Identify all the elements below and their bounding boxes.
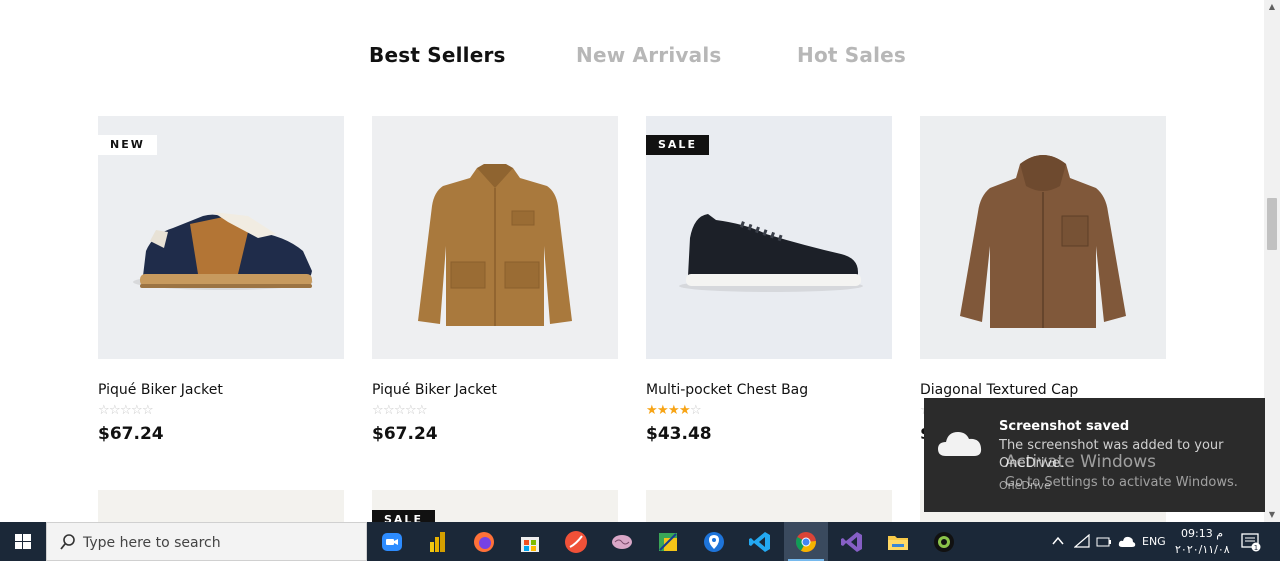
product-price: $43.48: [646, 424, 712, 444]
scrollbar-thumb[interactable]: [1267, 198, 1277, 250]
star-icon: ★: [657, 403, 669, 418]
star-icon: ☆: [372, 403, 384, 418]
product-card-partial[interactable]: [98, 490, 344, 522]
firefox-icon: [474, 532, 494, 552]
product-card[interactable]: SALE Multi-pocket Chest Bag ★★★★☆ $43.48: [646, 116, 892, 444]
star-icon: ☆: [394, 403, 406, 418]
windows-logo-icon: [15, 534, 31, 549]
network-icon[interactable]: [1074, 534, 1090, 548]
hoodie-brown-icon: [920, 116, 1166, 359]
taskbar-app-zoom[interactable]: [370, 522, 414, 561]
tab-best-sellers[interactable]: Best Sellers: [369, 43, 506, 67]
activation-watermark-title: Activate Windows: [1005, 452, 1156, 472]
visual-studio-icon: [841, 532, 862, 552]
clock-time[interactable]: 09:13 م: [1181, 527, 1223, 540]
taskbar-app-file-explorer[interactable]: [876, 522, 920, 561]
file-explorer-icon: [888, 536, 908, 550]
product-badge: SALE: [372, 510, 435, 522]
product-image[interactable]: NEW: [98, 116, 344, 359]
product-image[interactable]: [920, 116, 1166, 359]
product-badge: SALE: [646, 135, 709, 155]
taskbar-search-input[interactable]: Type here to search: [46, 522, 367, 561]
language-indicator[interactable]: ENG: [1142, 535, 1166, 548]
product-price: $67.24: [372, 424, 438, 444]
star-icon: ☆: [416, 403, 428, 418]
scroll-down-icon[interactable]: ▼: [1264, 508, 1280, 522]
camera-app-icon: [934, 532, 954, 552]
taskbar-app-store[interactable]: [508, 522, 552, 561]
taskbar-app-vscode[interactable]: [738, 522, 782, 561]
product-name[interactable]: Multi-pocket Chest Bag: [646, 382, 892, 398]
action-center-icon[interactable]: 1: [1240, 532, 1262, 552]
start-button[interactable]: [0, 522, 46, 561]
star-icon: ★: [668, 403, 680, 418]
taskbar-app-visual-studio[interactable]: [830, 522, 874, 561]
product-name[interactable]: Piqué Biker Jacket: [372, 382, 618, 398]
vscode-icon: [749, 532, 770, 552]
product-card-partial[interactable]: SALE: [372, 490, 618, 522]
product-name[interactable]: Diagonal Textured Cap: [920, 382, 1166, 398]
taskbar: Type here to search: [0, 522, 1280, 561]
search-icon: [60, 534, 75, 550]
powerbi-icon: [430, 532, 445, 552]
star-icon: ★: [646, 403, 658, 418]
product-card-partial[interactable]: [646, 490, 892, 522]
clock-date[interactable]: ٢٠٢٠/١١/٠٨: [1175, 543, 1230, 556]
star-icon: ☆: [383, 403, 395, 418]
product-image[interactable]: [372, 116, 618, 359]
taskbar-app-camera[interactable]: [922, 522, 966, 561]
taskbar-app-chrome[interactable]: [784, 522, 828, 561]
rating-stars: ★★★★☆: [646, 404, 892, 418]
tab-hot-sales[interactable]: Hot Sales: [797, 43, 906, 67]
product-badge: NEW: [98, 135, 157, 155]
onedrive-tray-icon[interactable]: [1118, 534, 1136, 548]
rating-stars: ☆☆☆☆☆: [98, 404, 344, 418]
tab-new-arrivals[interactable]: New Arrivals: [576, 43, 722, 67]
svg-text:1: 1: [1254, 544, 1258, 552]
taskbar-app-maps[interactable]: [692, 522, 736, 561]
product-name[interactable]: Piqué Biker Jacket: [98, 382, 344, 398]
star-icon: ☆: [98, 403, 110, 418]
zoom-icon: [382, 533, 402, 551]
product-image[interactable]: SALE: [646, 116, 892, 359]
star-icon: ☆: [690, 403, 702, 418]
store-icon: [521, 537, 539, 552]
star-icon: ☆: [109, 403, 121, 418]
scroll-up-icon[interactable]: ▲: [1264, 0, 1280, 14]
battery-icon[interactable]: [1096, 534, 1112, 548]
brain-icon: [612, 535, 632, 549]
swift-icon: [565, 531, 587, 553]
taskbar-app-powerbi[interactable]: [416, 522, 460, 561]
star-icon: ★: [679, 403, 691, 418]
chrome-icon: [796, 532, 816, 553]
product-card[interactable]: Diagonal Textured Cap ☆☆☆☆☆ $: [920, 116, 1166, 444]
vertical-scrollbar[interactable]: ▲ ▼: [1264, 0, 1280, 522]
page: Best Sellers New Arrivals Hot Sales NEW …: [0, 0, 1280, 561]
maps-icon: [704, 532, 724, 552]
product-tabs: Best Sellers New Arrivals Hot Sales: [0, 43, 1264, 73]
search-placeholder: Type here to search: [83, 535, 221, 551]
star-icon: ☆: [131, 403, 143, 418]
star-icon: ☆: [120, 403, 132, 418]
jacket-tan-icon: [372, 116, 618, 359]
star-icon: ☆: [405, 403, 417, 418]
rating-stars: ☆☆☆☆☆: [372, 404, 618, 418]
chevron-up-icon[interactable]: [1052, 536, 1064, 546]
photo-editor-icon: [659, 533, 677, 551]
taskbar-app-swift[interactable]: [554, 522, 598, 561]
product-card[interactable]: Piqué Biker Jacket ☆☆☆☆☆ $67.24: [372, 116, 618, 444]
onedrive-cloud-icon: [938, 432, 982, 456]
taskbar-app-photo-editor[interactable]: [646, 522, 690, 561]
product-price: $67.24: [98, 424, 164, 444]
activation-watermark-body: Go to Settings to activate Windows.: [1005, 475, 1238, 490]
product-card[interactable]: NEW Piqué Biker Jacket ☆☆☆☆☆ $67.24: [98, 116, 344, 444]
star-icon: ☆: [142, 403, 154, 418]
notification-title: Screenshot saved: [999, 419, 1130, 434]
taskbar-app-firefox[interactable]: [462, 522, 506, 561]
taskbar-app-brain[interactable]: [600, 522, 644, 561]
